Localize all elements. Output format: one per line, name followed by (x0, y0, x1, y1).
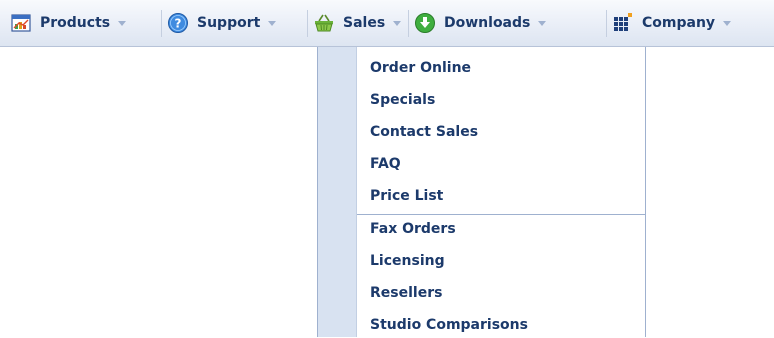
shopping-basket-icon (313, 12, 335, 34)
help-icon: ? (167, 12, 189, 34)
menu-products-label: Products (40, 15, 111, 31)
dropdown-item-faq[interactable]: FAQ (370, 151, 401, 177)
dropdown-separator (357, 214, 645, 215)
company-grid-icon (612, 12, 634, 34)
products-chart-icon (10, 12, 32, 34)
dropdown-item-contact-sales[interactable]: Contact Sales (370, 119, 478, 145)
menubar-separator (307, 10, 308, 37)
menu-sales-label: Sales (343, 15, 386, 31)
chevron-down-icon (537, 18, 547, 28)
download-arrow-icon (414, 12, 436, 34)
svg-text:?: ? (175, 17, 182, 31)
dropdown-item-order-online[interactable]: Order Online (370, 55, 471, 81)
chevron-down-icon (392, 18, 402, 28)
dropdown-item-licensing[interactable]: Licensing (370, 248, 445, 274)
menu-downloads-label: Downloads (444, 15, 531, 31)
chevron-down-icon (267, 18, 277, 28)
dropdown-item-price-list[interactable]: Price List (370, 183, 443, 209)
dropdown-icon-gutter (318, 47, 357, 337)
menu-downloads[interactable]: Downloads (414, 0, 547, 46)
menubar-separator (408, 10, 409, 37)
menubar-separator (606, 10, 607, 37)
menu-company[interactable]: Company (612, 0, 732, 46)
menu-support[interactable]: ? Support (167, 0, 277, 46)
dropdown-item-studio-comparisons[interactable]: Studio Comparisons (370, 312, 528, 338)
dropdown-item-specials[interactable]: Specials (370, 87, 435, 113)
menu-sales[interactable]: Sales (313, 0, 402, 46)
dropdown-item-fax-orders[interactable]: Fax Orders (370, 216, 456, 242)
menu-support-label: Support (197, 15, 261, 31)
menubar-separator (161, 10, 162, 37)
chevron-down-icon (117, 18, 127, 28)
sales-dropdown-menu: Order Online Specials Contact Sales FAQ … (317, 47, 646, 337)
top-menubar: Products ? Support Sales Downloads Compa… (0, 0, 774, 47)
dropdown-item-resellers[interactable]: Resellers (370, 280, 442, 306)
menu-company-label: Company (642, 15, 716, 31)
menu-products[interactable]: Products (10, 0, 127, 46)
chevron-down-icon (722, 18, 732, 28)
